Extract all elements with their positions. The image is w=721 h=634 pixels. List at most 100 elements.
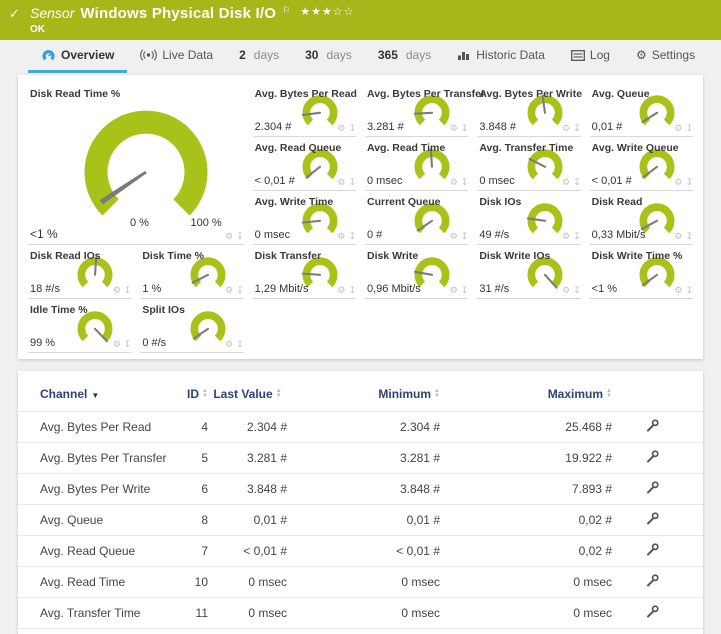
gauge-pin-icon[interactable]: ↧ (573, 123, 581, 134)
tab-live-data-label: Live Data (162, 48, 213, 62)
gauge-settings-icon[interactable]: ⚙ (113, 285, 121, 296)
channel-settings-wrench-icon[interactable] (646, 543, 659, 556)
gauge-pin-icon[interactable]: ↧ (236, 285, 244, 296)
gauge-settings-icon[interactable]: ⚙ (337, 285, 345, 296)
gauge-pin-icon[interactable]: ↧ (685, 231, 693, 242)
gauge-cell: Disk Read IOs 18 #/s ⚙↧ (28, 248, 131, 299)
gauge-settings-icon[interactable]: ⚙ (562, 123, 570, 134)
stars-filled: ★★★ (300, 6, 333, 18)
tab-live-data[interactable]: Live Data (127, 40, 226, 73)
gauge-pin-icon[interactable]: ↧ (124, 339, 132, 350)
gauge-pin-icon[interactable]: ↧ (236, 339, 244, 350)
gauge-pin-icon[interactable]: ↧ (573, 285, 581, 296)
gauge-settings-icon[interactable]: ⚙ (337, 123, 345, 134)
gauge-value: <1 % (592, 283, 617, 295)
channel-name[interactable]: Avg. Read Time (18, 567, 168, 598)
tab-2-days[interactable]: 2days (226, 40, 292, 73)
channel-name[interactable]: Avg. Bytes Per Write (18, 474, 168, 505)
gauge-pin-icon[interactable]: ↧ (348, 231, 356, 242)
gauge-pin-icon[interactable]: ↧ (348, 177, 356, 188)
column-header-minimum[interactable]: Minimum▲▼ (287, 371, 440, 412)
tab-log-label: Log (590, 48, 610, 62)
gauge-title: Disk Read IOs (30, 250, 101, 262)
gauge-settings-icon[interactable]: ⚙ (674, 123, 682, 134)
gauge-pin-icon[interactable]: ↧ (461, 123, 469, 134)
gauge-title: Avg. Bytes Per Read (255, 88, 357, 100)
gauge-pin-icon[interactable]: ↧ (685, 123, 693, 134)
channel-name[interactable]: Avg. Queue (18, 505, 168, 536)
gauge-settings-icon[interactable]: ⚙ (562, 285, 570, 296)
tab-365-days-word: days (406, 48, 431, 62)
channel-minimum: 0,01 # (287, 505, 440, 536)
gauge-value: 0 # (367, 229, 382, 241)
channel-name[interactable]: Avg. Bytes Per Read (18, 412, 168, 443)
gauge-pin-icon[interactable]: ↧ (124, 285, 132, 296)
gauge-pin-icon[interactable]: ↧ (236, 231, 244, 242)
table-row: Avg. Transfer Time 11 0 msec 0 msec 0 ms… (18, 598, 703, 629)
gauge-settings-icon[interactable]: ⚙ (225, 285, 233, 296)
channel-settings-wrench-icon[interactable] (646, 605, 659, 618)
channel-maximum: 19.922 # (440, 443, 612, 474)
gauge-title: Avg. Bytes Per Transfer (367, 88, 485, 100)
gauge-pin-icon[interactable]: ↧ (685, 177, 693, 188)
gauge-pin-icon[interactable]: ↧ (685, 285, 693, 296)
gauge-settings-icon[interactable]: ⚙ (450, 123, 458, 134)
channel-settings-wrench-icon[interactable] (646, 512, 659, 525)
channel-name[interactable]: Avg. Read Queue (18, 536, 168, 567)
tab-365-days[interactable]: 365days (365, 40, 444, 73)
column-header-last-value[interactable]: Last Value▲▼ (208, 371, 287, 412)
channel-name[interactable]: Avg. Bytes Per Transfer (18, 443, 168, 474)
tab-30-days[interactable]: 30days (292, 40, 365, 73)
gauge-settings-icon[interactable]: ⚙ (113, 339, 121, 350)
gauge-pin-icon[interactable]: ↧ (348, 123, 356, 134)
gauge-settings-icon[interactable]: ⚙ (225, 231, 233, 242)
channel-id: 5 (168, 443, 208, 474)
sort-icons: ▲▼ (276, 389, 282, 399)
gauge-settings-icon[interactable]: ⚙ (674, 177, 682, 188)
column-header-maximum[interactable]: Maximum▲▼ (440, 371, 612, 412)
channel-settings-wrench-icon[interactable] (646, 419, 659, 432)
gauge-pin-icon[interactable]: ↧ (461, 177, 469, 188)
channel-settings-wrench-icon[interactable] (646, 450, 659, 463)
sort-icons: ▲▼ (434, 389, 440, 399)
gauge-cell: Disk Read 0,33 Mbit/s ⚙↧ (590, 194, 693, 245)
gauge-settings-icon[interactable]: ⚙ (562, 231, 570, 242)
table-row: Avg. Write Queue 9 < 0,01 # < 0,01 # < 0… (18, 629, 703, 634)
gauge-settings-icon[interactable]: ⚙ (337, 177, 345, 188)
priority-stars[interactable]: ★★★☆☆ (300, 5, 354, 18)
gauge-settings-icon[interactable]: ⚙ (562, 177, 570, 188)
gauge-settings-icon[interactable]: ⚙ (450, 231, 458, 242)
gauge-cell: Disk Write IOs 31 #/s ⚙↧ (477, 248, 580, 299)
gauge-pin-icon[interactable]: ↧ (573, 231, 581, 242)
tab-log[interactable]: Log (558, 40, 623, 73)
gauge-settings-icon[interactable]: ⚙ (337, 231, 345, 242)
channel-last-value: < 0,01 # (208, 536, 287, 567)
flag-icon[interactable]: ⚐ (282, 5, 290, 16)
channel-settings-wrench-icon[interactable] (646, 574, 659, 587)
gauge-title: Disk Write (367, 250, 418, 262)
table-row: Avg. Bytes Per Read 4 2.304 # 2.304 # 25… (18, 412, 703, 443)
gauge-dial (185, 307, 231, 347)
tab-historic-data[interactable]: Historic Data (444, 40, 558, 73)
gauge-settings-icon[interactable]: ⚙ (450, 177, 458, 188)
gauge-pin-icon[interactable]: ↧ (573, 177, 581, 188)
gauge-settings-icon[interactable]: ⚙ (674, 231, 682, 242)
channel-settings-wrench-icon[interactable] (646, 481, 659, 494)
channel-name[interactable]: Avg. Write Queue (18, 629, 168, 634)
gauge-settings-icon[interactable]: ⚙ (225, 339, 233, 350)
table-row: Avg. Read Queue 7 < 0,01 # < 0,01 # 0,02… (18, 536, 703, 567)
gauge-pin-icon[interactable]: ↧ (348, 285, 356, 296)
gauge-settings-icon[interactable]: ⚙ (674, 285, 682, 296)
gauge-pin-icon[interactable]: ↧ (461, 231, 469, 242)
column-header-id[interactable]: ID▲▼ (168, 371, 208, 412)
tab-overview[interactable]: Overview (28, 40, 127, 73)
gauge-value: 18 #/s (30, 283, 60, 295)
gauge-title: Avg. Read Time (367, 142, 445, 154)
gauge-max-label: 100 % (190, 217, 221, 229)
tab-settings[interactable]: ⚙ Settings (623, 40, 708, 73)
channel-name[interactable]: Avg. Transfer Time (18, 598, 168, 629)
tab-30-days-number: 30 (305, 48, 318, 62)
gauge-pin-icon[interactable]: ↧ (461, 285, 469, 296)
gauge-settings-icon[interactable]: ⚙ (450, 285, 458, 296)
column-header-channel[interactable]: Channel▼ (18, 371, 168, 412)
